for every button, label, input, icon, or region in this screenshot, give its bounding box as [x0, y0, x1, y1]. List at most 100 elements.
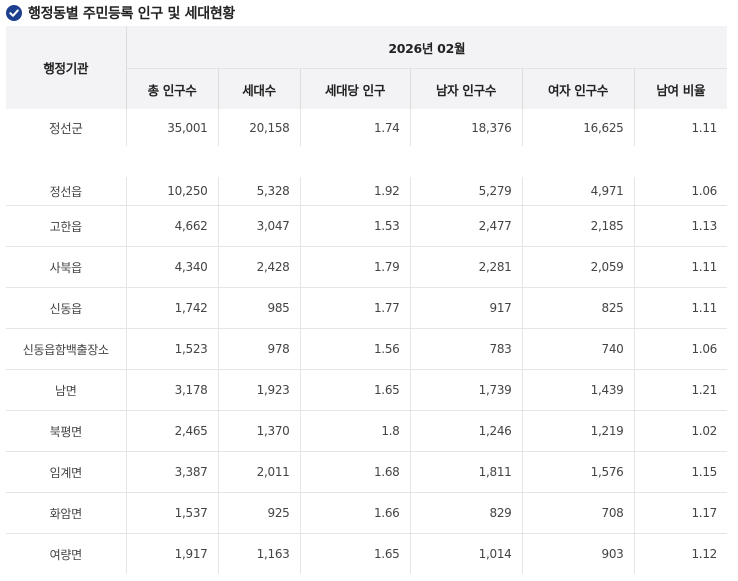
table-row: 북평면 2,465 1,370 1.8 1,246 1,219 1.02 — [6, 410, 727, 452]
cell-persons-per-household: 1.92 — [299, 177, 410, 206]
cell-male-population: 2,281 — [409, 246, 522, 288]
cell-female-population: 4,971 — [521, 177, 634, 206]
cell-female-population: 740 — [521, 328, 634, 370]
cell-persons-per-household: 1.8 — [299, 410, 410, 452]
cell-households: 2,428 — [217, 246, 300, 288]
table-row-total: 정선군 35,001 20,158 1.74 18,376 16,625 1.1… — [6, 109, 727, 146]
cell-sex-ratio: 1.12 — [633, 533, 727, 574]
cell-sex-ratio: 1.02 — [633, 410, 727, 452]
spacer-cell — [6, 146, 727, 177]
cell-persons-per-household: 1.68 — [299, 451, 410, 493]
cell-female-population: 16,625 — [521, 109, 634, 146]
column-header-agency: 행정기관 — [6, 26, 127, 109]
cell-persons-per-household: 1.65 — [299, 533, 410, 574]
table-row: 사북읍 4,340 2,428 1.79 2,281 2,059 1.11 — [6, 246, 727, 288]
cell-persons-per-household: 1.53 — [299, 205, 410, 247]
row-name: 북평면 — [6, 410, 126, 452]
cell-female-population: 2,185 — [521, 205, 634, 247]
cell-persons-per-household: 1.74 — [299, 109, 410, 146]
cell-sex-ratio: 1.21 — [633, 369, 727, 411]
cell-sex-ratio: 1.06 — [633, 328, 727, 370]
cell-male-population: 829 — [409, 492, 522, 534]
cell-persons-per-household: 1.65 — [299, 369, 410, 411]
cell-households: 978 — [217, 328, 300, 370]
table-header: 행정기관 2026년 02월 총 인구수 세대수 세대당 인구 남자 인구수 여… — [6, 26, 727, 109]
column-header-female-population: 여자 인구수 — [521, 68, 634, 109]
table-row: 화암면 1,537 925 1.66 829 708 1.17 — [6, 492, 727, 534]
population-table: 행정기관 2026년 02월 총 인구수 세대수 세대당 인구 남자 인구수 여… — [6, 26, 727, 574]
cell-persons-per-household: 1.56 — [299, 328, 410, 370]
row-name: 화암면 — [6, 492, 126, 534]
table-body: 정선군 35,001 20,158 1.74 18,376 16,625 1.1… — [6, 109, 727, 574]
cell-female-population: 1,576 — [521, 451, 634, 493]
population-table-container: 행정기관 2026년 02월 총 인구수 세대수 세대당 인구 남자 인구수 여… — [6, 26, 727, 574]
cell-households: 985 — [217, 287, 300, 329]
cell-total-population: 35,001 — [125, 109, 218, 146]
column-header-sex-ratio: 남여 비율 — [633, 68, 727, 109]
cell-total-population: 1,523 — [125, 328, 218, 370]
column-header-households: 세대수 — [217, 68, 300, 109]
row-name: 신동읍함백출장소 — [6, 328, 126, 370]
cell-households: 925 — [217, 492, 300, 534]
cell-total-population: 2,465 — [125, 410, 218, 452]
cell-male-population: 18,376 — [409, 109, 522, 146]
cell-male-population: 917 — [409, 287, 522, 329]
cell-total-population: 10,250 — [125, 177, 218, 206]
cell-households: 2,011 — [217, 451, 300, 493]
table-row: 정선읍 10,250 5,328 1.92 5,279 4,971 1.06 — [6, 177, 727, 206]
table-row: 고한읍 4,662 3,047 1.53 2,477 2,185 1.13 — [6, 205, 727, 247]
cell-sex-ratio: 1.15 — [633, 451, 727, 493]
table-row: 신동읍함백출장소 1,523 978 1.56 783 740 1.06 — [6, 328, 727, 370]
row-name: 정선읍 — [6, 177, 126, 206]
cell-households: 20,158 — [217, 109, 300, 146]
cell-male-population: 1,739 — [409, 369, 522, 411]
row-name: 신동읍 — [6, 287, 126, 329]
table-row: 남면 3,178 1,923 1.65 1,739 1,439 1.21 — [6, 369, 727, 411]
cell-sex-ratio: 1.11 — [633, 109, 727, 146]
cell-female-population: 903 — [521, 533, 634, 574]
cell-total-population: 3,387 — [125, 451, 218, 493]
cell-households: 1,163 — [217, 533, 300, 574]
cell-sex-ratio: 1.06 — [633, 177, 727, 206]
cell-female-population: 1,439 — [521, 369, 634, 411]
cell-persons-per-household: 1.79 — [299, 246, 410, 288]
row-name: 남면 — [6, 369, 126, 411]
cell-female-population: 708 — [521, 492, 634, 534]
cell-total-population: 1,742 — [125, 287, 218, 329]
cell-households: 1,923 — [217, 369, 300, 411]
cell-male-population: 1,811 — [409, 451, 522, 493]
cell-households: 5,328 — [217, 177, 300, 206]
row-name: 정선군 — [48, 121, 83, 136]
cell-total-population: 1,537 — [125, 492, 218, 534]
cell-persons-per-household: 1.77 — [299, 287, 410, 329]
row-name: 사북읍 — [6, 246, 126, 288]
cell-households: 3,047 — [217, 205, 300, 247]
cell-male-population: 1,014 — [409, 533, 522, 574]
section-title: 행정동별 주민등록 인구 및 세대현황 — [6, 3, 235, 23]
cell-sex-ratio: 1.11 — [633, 287, 727, 329]
cell-total-population: 4,340 — [125, 246, 218, 288]
row-name: 임계면 — [6, 451, 126, 493]
table-row: 임계면 3,387 2,011 1.68 1,811 1,576 1.15 — [6, 451, 727, 493]
cell-total-population: 4,662 — [125, 205, 218, 247]
cell-sex-ratio: 1.17 — [633, 492, 727, 534]
cell-total-population: 3,178 — [125, 369, 218, 411]
cell-female-population: 825 — [521, 287, 634, 329]
column-header-persons-per-household: 세대당 인구 — [299, 68, 410, 109]
cell-total-population: 1,917 — [125, 533, 218, 574]
cell-male-population: 2,477 — [409, 205, 522, 247]
cell-male-population: 1,246 — [409, 410, 522, 452]
page-title: 행정동별 주민등록 인구 및 세대현황 — [28, 6, 235, 22]
table-row: 신동읍 1,742 985 1.77 917 825 1.11 — [6, 287, 727, 329]
cell-male-population: 5,279 — [409, 177, 522, 206]
cell-female-population: 1,219 — [521, 410, 634, 452]
row-name: 고한읍 — [6, 205, 126, 247]
column-header-male-population: 남자 인구수 — [409, 68, 522, 109]
row-spacer — [6, 146, 727, 177]
cell-female-population: 2,059 — [521, 246, 634, 288]
cell-households: 1,370 — [217, 410, 300, 452]
column-header-total-population: 총 인구수 — [126, 68, 218, 109]
check-circle-icon — [6, 5, 22, 21]
cell-sex-ratio: 1.13 — [633, 205, 727, 247]
column-header-period: 2026년 02월 — [126, 26, 727, 69]
